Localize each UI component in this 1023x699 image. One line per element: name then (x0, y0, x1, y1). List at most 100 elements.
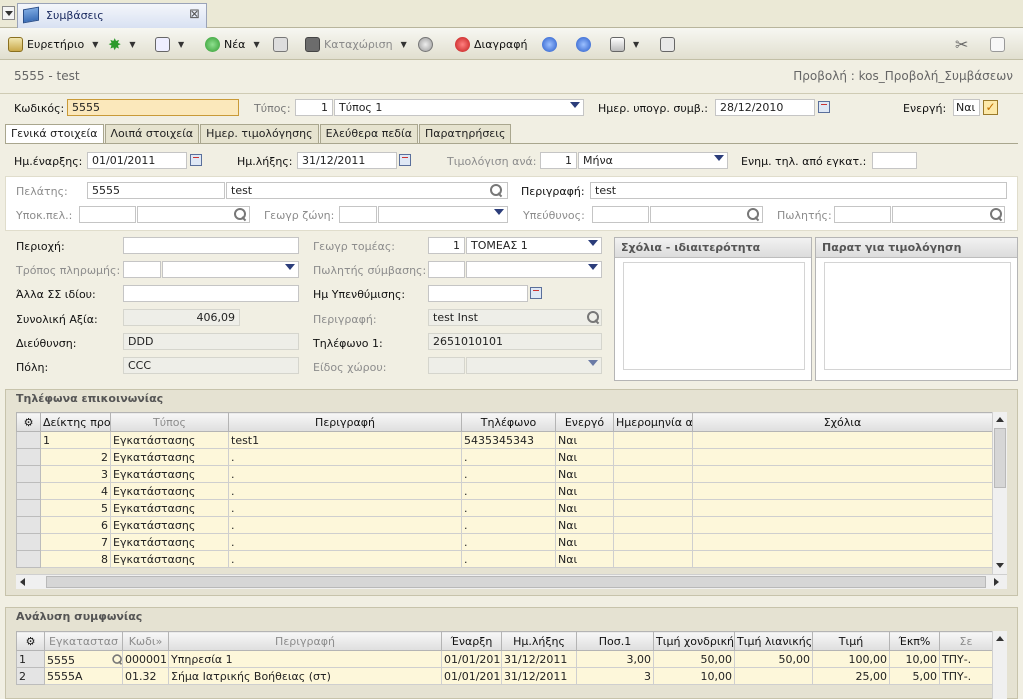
description-cell[interactable]: test1 (228, 431, 462, 449)
search-button[interactable]: ▼ (155, 34, 184, 54)
wholesale-price-cell[interactable]: 50,00 (653, 650, 735, 668)
description-cell[interactable]: . (228, 465, 462, 483)
type-cell[interactable]: Εγκατάστασης (110, 516, 229, 534)
start-cell[interactable]: 01/01/2011 (441, 667, 502, 685)
comments-cell[interactable] (692, 499, 993, 517)
end-date-input[interactable]: 31/12/2011 (297, 152, 397, 169)
analysis-vertical-scrollbar[interactable] (992, 631, 1007, 699)
active-cell[interactable]: Ναι (555, 533, 614, 551)
comments-cell[interactable] (692, 465, 993, 483)
column-header[interactable]: Τιμή χονδρική (653, 631, 735, 651)
column-header[interactable]: Δείκτης προτ (40, 412, 111, 432)
payment-code-input[interactable] (123, 261, 161, 278)
export-button[interactable] (660, 34, 675, 54)
phones-horizontal-scrollbar[interactable] (16, 574, 1007, 589)
save-button[interactable]: Καταχώριση ▼ (305, 34, 407, 54)
table-row[interactable]: 1 5555 000001 Υπηρεσία 1 01/01/2011 31/1… (16, 650, 993, 668)
retail-price-cell[interactable]: 50,00 (734, 650, 813, 668)
installation-cell[interactable]: 5555A (44, 667, 123, 685)
type-cell[interactable]: Εγκατάστασης (110, 499, 229, 517)
active-cell[interactable]: Ναι (555, 448, 614, 466)
phone-cell[interactable]: . (461, 550, 556, 568)
date-cell[interactable] (613, 499, 693, 517)
column-header[interactable]: Ημ.λήξης (501, 631, 577, 651)
tab-general[interactable]: Γενικά στοιχεία (5, 124, 104, 144)
calendar-icon[interactable] (399, 154, 411, 166)
date-cell[interactable] (613, 448, 693, 466)
grid-settings-icon[interactable]: ⚙ (16, 631, 45, 651)
table-row[interactable]: 2 5555A 01.32 Σήμα Ιατρικής Βοήθειας (στ… (16, 667, 993, 685)
type-cell[interactable]: Εγκατάστασης (110, 431, 229, 449)
description-cell[interactable]: Σήμα Ιατρικής Βοήθειας (στ) (168, 667, 442, 685)
table-row[interactable]: 1 Εγκατάστασης test1 5435345343 Ναι (16, 431, 993, 449)
responsible-code-input[interactable] (592, 206, 649, 223)
document-button[interactable] (990, 34, 1005, 54)
tab-other[interactable]: Λοιπά στοιχεία (104, 124, 200, 143)
tools-button[interactable]: ✂ (955, 34, 968, 54)
column-header[interactable]: Περιγραφή (168, 631, 442, 651)
row-header[interactable] (16, 431, 41, 449)
priority-cell[interactable]: 4 (40, 482, 111, 500)
seller-name-input[interactable] (892, 206, 1005, 223)
reminder-date-input[interactable] (428, 285, 528, 302)
new-button[interactable]: Νέα ▼ (205, 34, 260, 54)
row-header[interactable] (16, 533, 41, 551)
tab-menu-button[interactable] (2, 6, 15, 20)
table-row[interactable]: 4 Εγκατάστασης.. Ναι (16, 482, 993, 500)
type-select[interactable]: Τύπος 1 (334, 99, 584, 116)
series-cell[interactable]: ΤΠΥ-. (939, 667, 993, 685)
column-header[interactable]: Σχόλια (692, 412, 993, 432)
price-cell[interactable]: 100,00 (812, 650, 890, 668)
description-cell[interactable]: . (228, 516, 462, 534)
column-header[interactable]: Εγκαταστασ (44, 631, 123, 651)
previous-button[interactable] (542, 34, 557, 54)
favorites-button[interactable]: ✸ ▼ (108, 34, 136, 54)
date-cell[interactable] (613, 533, 693, 551)
end-cell[interactable]: 31/12/2011 (501, 650, 577, 668)
comments-cell[interactable] (692, 516, 993, 534)
description-cell[interactable]: Υπηρεσία 1 (168, 650, 442, 668)
active-cell[interactable]: Ναι (555, 550, 614, 568)
column-header[interactable]: Κωδι» (122, 631, 169, 651)
close-tab-icon[interactable]: ⊠ (189, 7, 200, 22)
priority-cell[interactable]: 1 (40, 431, 111, 449)
phones-vertical-scrollbar[interactable] (992, 412, 1007, 574)
price-cell[interactable]: 25,00 (812, 667, 890, 685)
calendar-icon[interactable] (818, 101, 830, 113)
discount-cell[interactable]: 10,00 (889, 650, 940, 668)
geo-sector-number-input[interactable]: 1 (428, 237, 465, 254)
table-row[interactable]: 3 Εγκατάστασης.. Ναι (16, 465, 993, 483)
billing-notes-textarea[interactable] (824, 262, 1011, 370)
active-cell[interactable]: Ναι (555, 482, 614, 500)
search-icon[interactable] (112, 654, 122, 664)
table-row[interactable]: 5 Εγκατάστασης.. Ναι (16, 499, 993, 517)
column-header[interactable]: Έκπ% (889, 631, 940, 651)
phone-cell[interactable]: 5435345343 (461, 431, 556, 449)
phone-cell[interactable]: . (461, 516, 556, 534)
priority-cell[interactable]: 8 (40, 550, 111, 568)
area-input[interactable] (123, 237, 299, 254)
description-cell[interactable]: . (228, 550, 462, 568)
checkbox-icon[interactable]: ✓ (983, 100, 998, 115)
series-cell[interactable]: ΤΠΥ-. (939, 650, 993, 668)
scroll-left-icon[interactable] (20, 578, 25, 586)
geo-sector-select[interactable]: ΤΟΜΕΑΣ 1 (466, 237, 602, 254)
customer-code-input[interactable]: 5555 (87, 182, 225, 199)
type-cell[interactable]: Εγκατάστασης (110, 448, 229, 466)
type-cell[interactable]: Εγκατάστασης (110, 533, 229, 551)
active-cell[interactable]: Ναι (555, 499, 614, 517)
column-header[interactable]: Ενεργό (555, 412, 614, 432)
active-cell[interactable]: Ναι (555, 465, 614, 483)
copy-button[interactable] (273, 34, 288, 54)
comments-textarea[interactable] (623, 262, 805, 370)
column-header[interactable]: Σε (939, 631, 993, 651)
scroll-up-icon[interactable] (996, 636, 1004, 641)
description-input[interactable]: test (590, 182, 1007, 199)
contract-seller-code-input[interactable] (428, 261, 465, 278)
geo-zone-code-input[interactable] (339, 206, 377, 223)
column-header[interactable]: Έναρξη (441, 631, 502, 651)
scroll-up-icon[interactable] (996, 417, 1004, 422)
type-cell[interactable]: Εγκατάστασης (110, 482, 229, 500)
wholesale-price-cell[interactable]: 10,00 (653, 667, 735, 685)
retail-price-cell[interactable] (734, 667, 813, 685)
